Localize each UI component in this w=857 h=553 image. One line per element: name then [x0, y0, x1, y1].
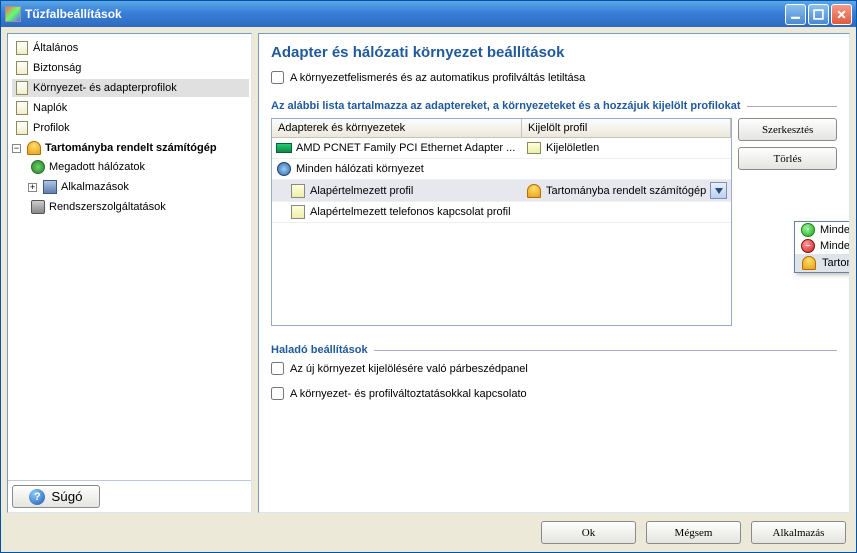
document-icon	[14, 80, 30, 96]
edit-button[interactable]: Szerkesztés	[738, 118, 837, 141]
firewall-settings-window: Tűzfalbeállítások Általános Biztonság Kö…	[0, 0, 857, 553]
listview-row-selected[interactable]: Alapértelmezett profil Tartományba rende…	[272, 180, 731, 202]
close-button[interactable]	[831, 4, 852, 25]
window-title: Tűzfalbeállítások	[25, 7, 785, 21]
maximize-button[interactable]	[808, 4, 829, 25]
deny-icon: −	[801, 239, 815, 253]
tree-item-security[interactable]: Biztonság	[12, 59, 249, 77]
tree-panel: Általános Biztonság Környezet- és adapte…	[7, 33, 252, 513]
titlebar: Tűzfalbeállítások	[1, 1, 856, 27]
tree-item-services[interactable]: Rendszerszolgáltatások	[28, 198, 249, 216]
listview-header: Adapterek és környezetek Kijelölt profil	[272, 119, 731, 138]
profile-dropdown-button[interactable]	[710, 182, 727, 199]
apps-icon	[42, 179, 58, 195]
listview-row[interactable]: AMD PCNET Family PCI Ethernet Adapter ..…	[272, 138, 731, 159]
adapter-listview[interactable]: Adapterek és környezetek Kijelölt profil…	[271, 118, 732, 326]
user-icon	[526, 183, 542, 199]
services-icon	[30, 199, 46, 215]
chk-adv-new-env-input[interactable]	[271, 362, 284, 375]
document-icon	[14, 60, 30, 76]
collapse-icon[interactable]: −	[12, 144, 21, 153]
dialog-buttons: Ok Mégsem Alkalmazás	[7, 519, 850, 546]
profile-icon	[290, 183, 306, 199]
tree-item-domain-computer[interactable]: Tartományba rendelt számítógép	[24, 139, 219, 157]
chk-disable-env-input[interactable]	[271, 71, 284, 84]
help-button[interactable]: ? Súgó	[12, 485, 100, 508]
profile-icon	[290, 204, 306, 220]
profile-dropdown-popup: ↑ Mindet engedélyezze − Minden letiltása…	[794, 221, 850, 273]
tree-item-networks[interactable]: Megadott hálózatok	[28, 158, 249, 176]
dropdown-item-allow-all[interactable]: ↑ Mindet engedélyezze	[795, 222, 850, 238]
col-adapters[interactable]: Adapterek és környezetek	[272, 119, 522, 137]
tree-item-env-profiles[interactable]: Környezet- és adapterprofilok	[12, 79, 249, 97]
ok-button[interactable]: Ok	[541, 521, 636, 544]
help-icon: ?	[29, 489, 45, 505]
chk-adv-changes-input[interactable]	[271, 387, 284, 400]
page-heading: Adapter és hálózati környezet beállításo…	[271, 44, 837, 61]
content-panel: Adapter és hálózati környezet beállításo…	[258, 33, 850, 513]
col-profile[interactable]: Kijelölt profil	[522, 119, 731, 137]
user-icon	[801, 255, 817, 271]
apply-button[interactable]: Alkalmazás	[751, 521, 846, 544]
listview-row[interactable]: Alapértelmezett telefonos kapcsolat prof…	[272, 202, 731, 223]
document-icon	[14, 100, 30, 116]
document-icon	[14, 40, 30, 56]
nic-icon	[276, 140, 292, 156]
cancel-button[interactable]: Mégsem	[646, 521, 741, 544]
tree-item-general[interactable]: Általános	[12, 39, 249, 57]
dropdown-item-deny-all[interactable]: − Minden letiltása	[795, 238, 850, 254]
section-list-heading: Az alábbi lista tartalmazza az adapterek…	[271, 100, 837, 112]
unknown-profile-icon	[526, 140, 542, 156]
tree-item-profiles[interactable]: Profilok	[12, 119, 249, 137]
tree-item-applications[interactable]: Alkalmazások	[40, 178, 131, 196]
listview-row[interactable]: Minden hálózati környezet	[272, 159, 731, 180]
chk-adv-changes[interactable]: A környezet- és profilváltoztatásokkal k…	[271, 387, 837, 400]
minimize-button[interactable]	[785, 4, 806, 25]
network-icon	[30, 159, 46, 175]
document-icon	[14, 120, 30, 136]
chk-adv-new-env[interactable]: Az új környezet kijelölésére való párbes…	[271, 362, 837, 375]
expand-icon[interactable]: +	[28, 183, 37, 192]
allow-icon: ↑	[801, 223, 815, 237]
network-all-icon	[276, 161, 292, 177]
app-icon	[5, 6, 21, 22]
delete-button[interactable]: Törlés	[738, 147, 837, 170]
chk-disable-env[interactable]: A környezetfelismerés és az automatikus …	[271, 71, 837, 84]
client-area: Általános Biztonság Környezet- és adapte…	[1, 27, 856, 552]
dropdown-item-domain-computer[interactable]: Tartományba rendelt számítógép	[795, 254, 850, 272]
user-icon	[26, 140, 42, 156]
section-advanced-heading: Haladó beállítások	[271, 344, 837, 356]
tree-item-logs[interactable]: Naplók	[12, 99, 249, 117]
nav-tree[interactable]: Általános Biztonság Környezet- és adapte…	[8, 34, 251, 480]
